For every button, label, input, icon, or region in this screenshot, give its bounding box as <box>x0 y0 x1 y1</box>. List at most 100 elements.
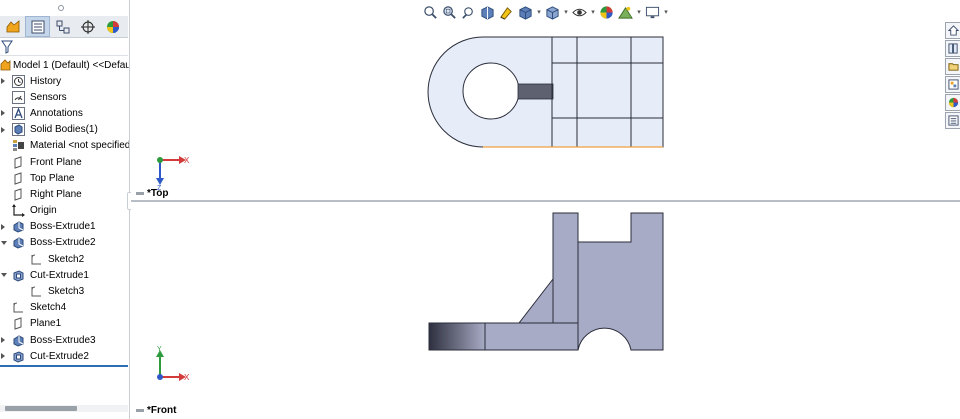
tree-item-label: Boss-Extrude1 <box>30 221 96 233</box>
expand-closed-icon[interactable] <box>1 337 5 344</box>
tree-item[interactable]: Top Plane <box>0 170 128 186</box>
tree-item[interactable]: Boss-Extrude3 <box>0 332 128 348</box>
view-palette-icon[interactable] <box>945 76 960 93</box>
task-pane-tabs <box>945 22 960 132</box>
plane-icon <box>12 172 25 185</box>
part-icon <box>0 59 11 71</box>
expand-closed-icon[interactable] <box>1 78 5 85</box>
viewport-front-label[interactable]: *Front <box>136 405 176 416</box>
tree-item-label: Origin <box>30 205 57 217</box>
home-icon[interactable] <box>945 22 960 39</box>
tree-item-label: Plane1 <box>30 318 62 330</box>
viewport-top-label[interactable]: *Top <box>136 188 168 199</box>
apply-scene-icon[interactable] <box>616 3 635 22</box>
dropdown-caret-icon[interactable]: ▾ <box>589 3 597 22</box>
material-icon <box>12 139 25 152</box>
expand-open-icon[interactable] <box>1 240 7 245</box>
expand-closed-icon[interactable] <box>1 353 5 360</box>
dropdown-caret-icon[interactable]: ▾ <box>662 3 670 22</box>
tree-item[interactable]: Material <not specified> <box>0 138 129 154</box>
top-view-graphics: X Z <box>156 36 664 192</box>
rollback-bar[interactable] <box>0 365 128 367</box>
tree-item-label: Sketch4 <box>30 302 67 314</box>
axis-x-label-front: X <box>184 373 190 382</box>
sensors-icon <box>12 90 25 104</box>
zoom-to-fit-icon[interactable] <box>421 3 440 22</box>
tab-dimxpert-manager-icon[interactable] <box>75 16 100 37</box>
tree-item[interactable]: Boss-Extrude1 <box>0 219 128 235</box>
reference-triad-front <box>156 350 186 381</box>
tab-configuration-manager-icon[interactable] <box>50 16 75 37</box>
expand-closed-icon[interactable] <box>1 223 5 230</box>
design-library-icon[interactable] <box>945 40 960 57</box>
tree-item[interactable]: Sketch4 <box>0 300 128 316</box>
tree-filter-bar[interactable] <box>0 39 128 56</box>
tree-item-label: Sensors <box>30 91 67 103</box>
dropdown-caret-icon[interactable]: ▾ <box>562 3 570 22</box>
sketch-icon <box>30 285 43 298</box>
tree-item-label: Top Plane <box>30 172 75 184</box>
viewport-front[interactable]: X Y *Front <box>131 202 960 419</box>
tab-feature-manager-icon[interactable] <box>0 16 25 37</box>
edit-appearance-icon[interactable] <box>597 3 616 22</box>
feature-manager-panel: Model 1 (Default) <<Default> History Sens… <box>0 0 130 419</box>
top-part-slot <box>517 83 554 100</box>
tree-item[interactable]: Boss-Extrude2 <box>0 235 128 251</box>
tree-root-model[interactable]: Model 1 (Default) <<Default> <box>0 57 129 73</box>
horizontal-scrollbar[interactable] <box>0 405 128 412</box>
dropdown-caret-icon[interactable]: ▾ <box>535 3 543 22</box>
display-style-icon[interactable] <box>543 3 562 22</box>
section-view-icon[interactable] <box>478 3 497 22</box>
tree-item-label: Solid Bodies(1) <box>30 124 98 136</box>
previous-view-icon[interactable] <box>459 3 478 22</box>
dynamic-annotation-icon[interactable] <box>497 3 516 22</box>
heads-up-view-toolbar: ▾ ▾ ▾ ▾ ▾ <box>421 2 670 22</box>
tree-item-label: Boss-Extrude2 <box>30 237 96 249</box>
tree-item-label: Front Plane <box>30 156 82 168</box>
expand-closed-icon[interactable] <box>1 110 5 117</box>
tab-display-manager-icon[interactable] <box>100 16 125 37</box>
tree-item[interactable]: Front Plane <box>0 154 128 170</box>
appearances-icon[interactable] <box>945 94 960 111</box>
hide-show-items-icon[interactable] <box>570 3 589 22</box>
expand-closed-icon[interactable] <box>1 126 5 133</box>
viewport-top[interactable]: X Z *Top ▾ ▾ ▾ ▾ ▾ <box>131 0 960 201</box>
file-explorer-icon[interactable] <box>945 58 960 75</box>
top-part-hole <box>462 62 520 120</box>
tree-item-label: Cut-Extrude2 <box>30 350 89 362</box>
tab-property-manager-icon[interactable] <box>25 16 50 37</box>
expand-open-icon[interactable] <box>1 273 7 278</box>
tree-item[interactable]: Sensors <box>0 89 128 105</box>
front-part-profile <box>484 212 664 351</box>
sketch-icon <box>30 253 43 266</box>
boss-extrude-icon <box>12 334 25 347</box>
zoom-to-area-icon[interactable] <box>440 3 459 22</box>
tree-item[interactable]: Cut-Extrude2 <box>0 348 128 364</box>
tree-item[interactable]: Plane1 <box>0 316 128 332</box>
tree-item[interactable]: Cut-Extrude1 <box>0 267 128 283</box>
tree-item-label: Sketch3 <box>48 286 85 298</box>
front-view-graphics: X Y <box>156 212 664 382</box>
plane-icon <box>12 317 25 331</box>
front-part-lug <box>428 322 486 351</box>
dropdown-caret-icon[interactable]: ▾ <box>635 3 643 22</box>
boss-extrude-icon <box>12 220 25 233</box>
plane-icon <box>12 188 25 201</box>
solid-bodies-icon <box>12 123 25 137</box>
tree-item-label: Cut-Extrude1 <box>30 269 89 281</box>
boss-extrude-icon <box>12 236 25 250</box>
tree-item[interactable]: Sketch3 <box>0 283 128 299</box>
tree-item[interactable]: Right Plane <box>0 186 128 202</box>
panel-grip-icon[interactable] <box>58 5 64 11</box>
annotations-icon <box>12 106 25 120</box>
view-settings-icon[interactable] <box>643 3 662 22</box>
custom-properties-icon[interactable] <box>945 112 960 129</box>
view-orientation-icon[interactable] <box>516 3 535 22</box>
scrollbar-thumb[interactable] <box>5 406 77 411</box>
tree-item[interactable]: History <box>0 73 128 89</box>
tree-item[interactable]: Solid Bodies(1) <box>0 122 128 138</box>
tree-item[interactable]: Origin <box>0 203 128 219</box>
filter-icon[interactable] <box>1 40 13 54</box>
tree-item[interactable]: Annotations <box>0 105 128 121</box>
tree-item[interactable]: Sketch2 <box>0 251 128 267</box>
